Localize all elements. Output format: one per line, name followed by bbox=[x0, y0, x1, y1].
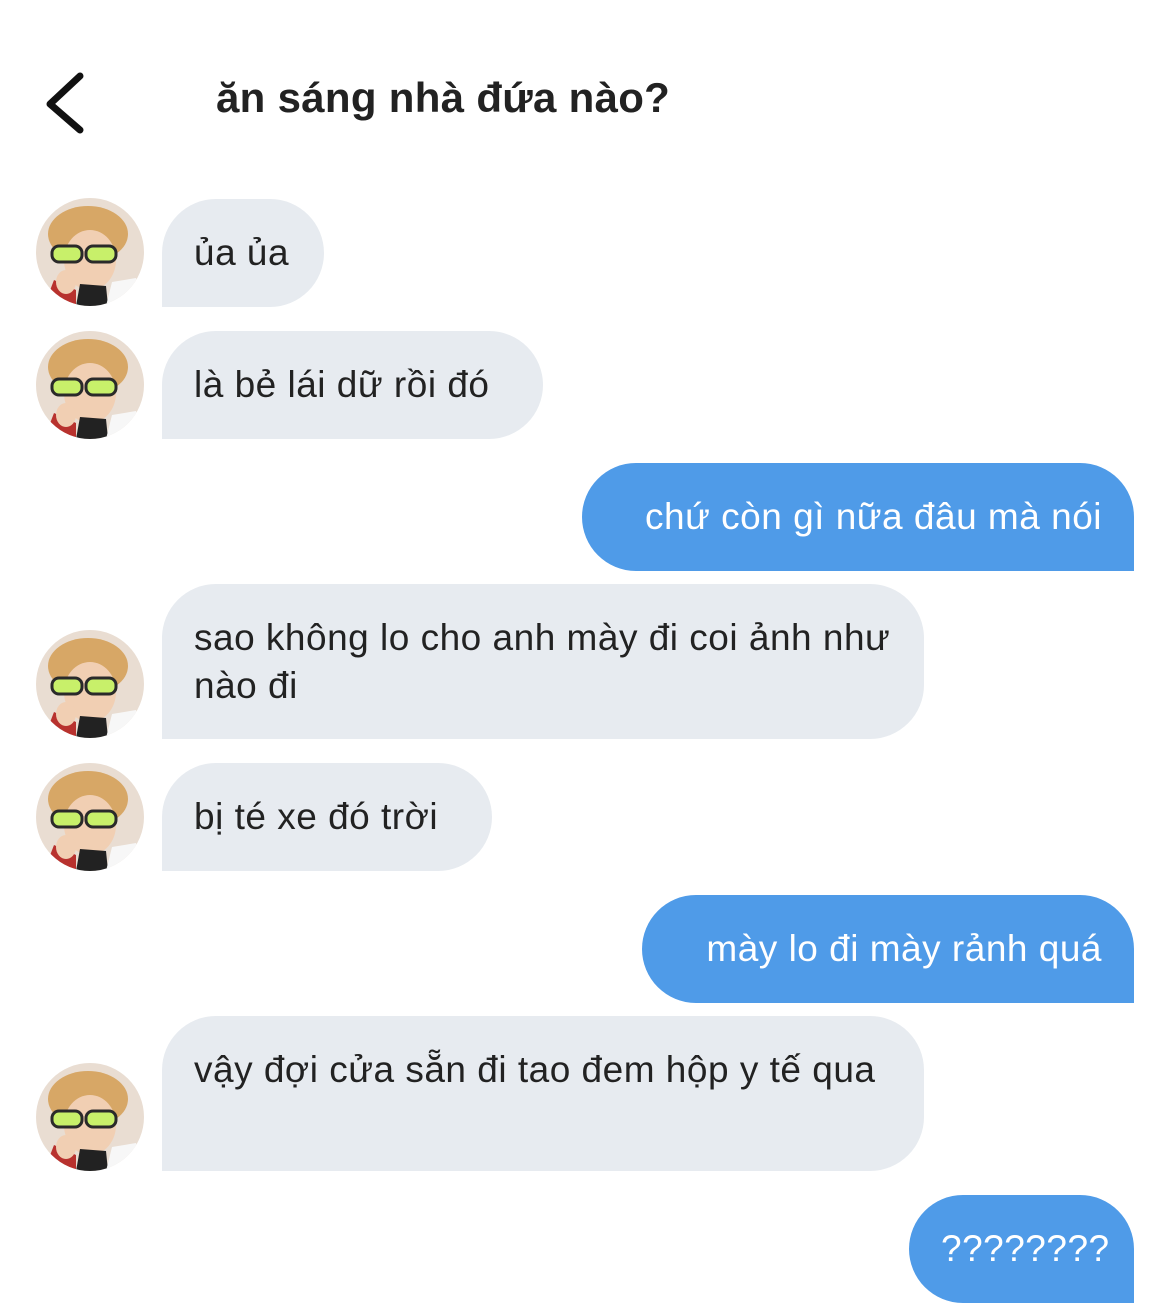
back-button[interactable] bbox=[36, 66, 100, 138]
message-text: vậy đợi cửa sẵn đi tao đem hộp y tế qua bbox=[194, 1049, 876, 1090]
incoming-message-bubble[interactable]: vậy đợi cửa sẵn đi tao đem hộp y tế qua bbox=[162, 1016, 924, 1171]
contact-avatar[interactable] bbox=[36, 630, 144, 738]
incoming-message-bubble[interactable]: sao không lo cho anh mày đi coi ảnh như … bbox=[162, 584, 924, 739]
message-text: ???????? bbox=[941, 1228, 1110, 1269]
outgoing-message-bubble[interactable]: chứ còn gì nữa đâu mà nói bbox=[582, 463, 1134, 571]
contact-avatar[interactable] bbox=[36, 763, 144, 871]
incoming-message-bubble[interactable]: là bẻ lái dữ rồi đó bbox=[162, 331, 543, 439]
contact-avatar[interactable] bbox=[36, 198, 144, 306]
message-text: bị té xe đó trời bbox=[194, 796, 439, 837]
message-text: sao không lo cho anh mày đi coi ảnh như … bbox=[194, 617, 891, 706]
incoming-message-bubble[interactable]: bị té xe đó trời bbox=[162, 763, 492, 871]
message-text: mày lo đi mày rảnh quá bbox=[706, 928, 1102, 969]
contact-avatar[interactable] bbox=[36, 331, 144, 439]
conversation-title: ăn sáng nhà đứa nào? bbox=[216, 74, 671, 121]
message-text: là bẻ lái dữ rồi đó bbox=[194, 364, 490, 405]
chat-header: ăn sáng nhà đứa nào? bbox=[0, 0, 1169, 170]
message-text: ủa ủa bbox=[194, 232, 290, 273]
incoming-message-bubble[interactable]: ủa ủa bbox=[162, 199, 324, 307]
chevron-left-icon bbox=[46, 72, 84, 134]
message-text: chứ còn gì nữa đâu mà nói bbox=[645, 496, 1102, 537]
outgoing-message-bubble[interactable]: mày lo đi mày rảnh quá bbox=[642, 895, 1134, 1003]
outgoing-message-bubble[interactable]: ???????? bbox=[909, 1195, 1134, 1303]
contact-avatar[interactable] bbox=[36, 1063, 144, 1171]
